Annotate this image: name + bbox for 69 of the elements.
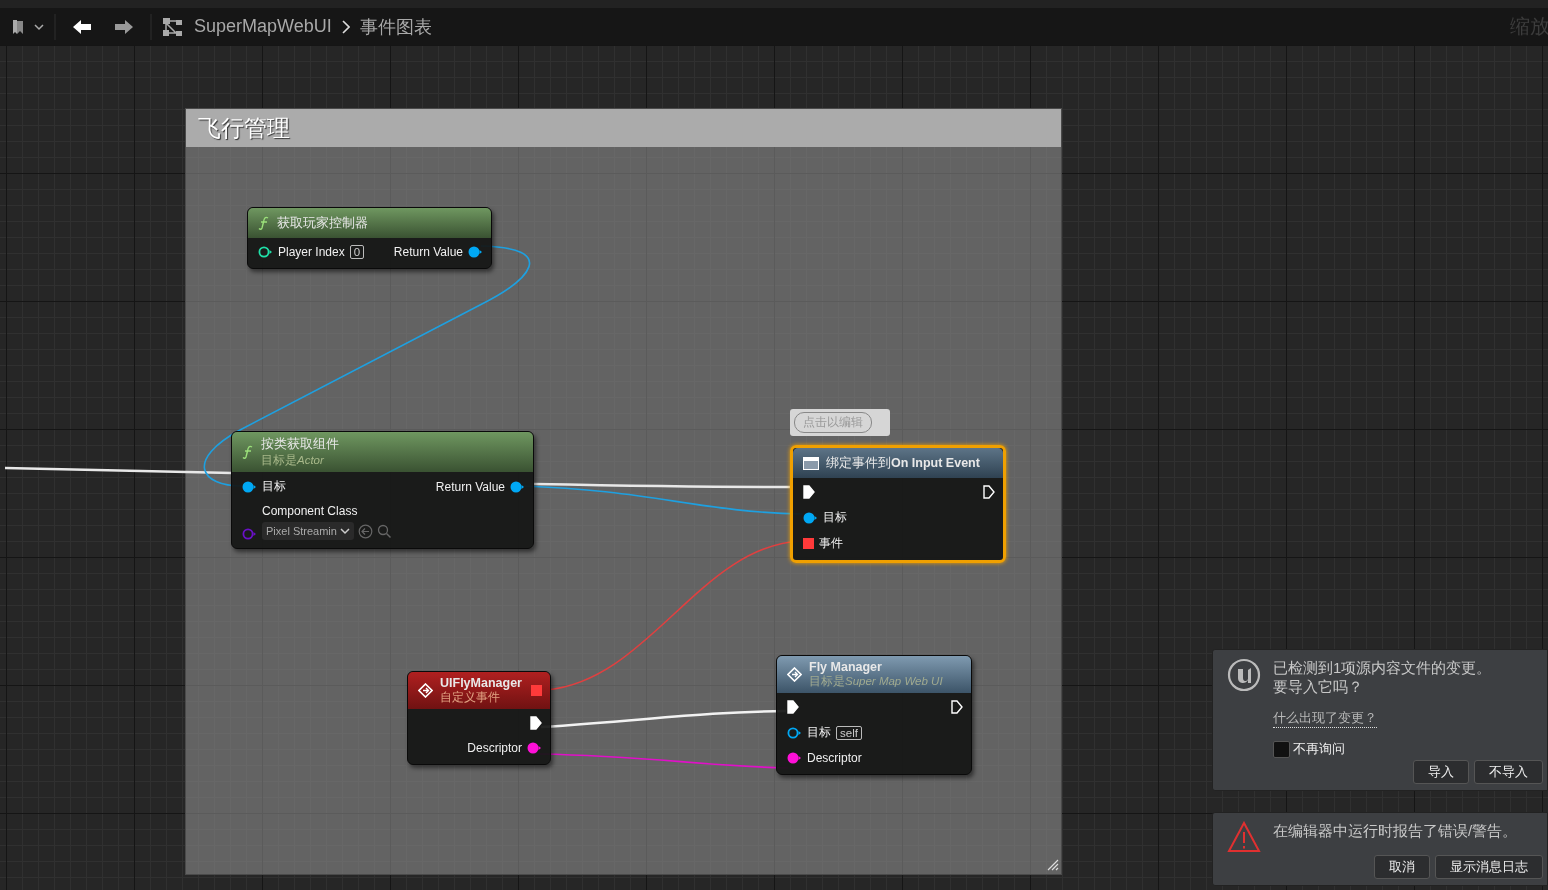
function-icon	[242, 445, 254, 459]
pin-label: 事件	[819, 535, 843, 552]
data-pin-icon[interactable]	[242, 480, 257, 493]
value-field[interactable]: 0	[349, 245, 365, 259]
checkbox-label: 不再询问	[1293, 740, 1345, 758]
data-pin-icon[interactable]	[258, 246, 273, 258]
exec-pin-icon[interactable]	[530, 716, 542, 730]
exec-pin-icon[interactable]	[787, 700, 799, 714]
data-pin-icon[interactable]	[787, 752, 802, 764]
pin-label: Descriptor	[807, 751, 862, 765]
pin-label: Descriptor	[467, 741, 522, 755]
breadcrumb-item[interactable]: SuperMapWebUI	[194, 16, 332, 37]
notification-button[interactable]: 不导入	[1474, 760, 1543, 784]
node-title: 绑定事件到On Input Event	[826, 454, 981, 472]
exec-pin-icon[interactable]	[983, 485, 995, 499]
pin-label: Return Value	[393, 245, 463, 259]
node-title: UIFlyManager	[440, 676, 523, 690]
graph-node[interactable]: UIFlyManager 自定义事件 Descriptor	[407, 671, 551, 765]
pin-label: 目标	[807, 724, 831, 741]
exec-pin-icon[interactable]	[951, 700, 963, 714]
diamond-icon	[787, 667, 802, 682]
chevron-icon	[341, 19, 350, 34]
back-arrow-icon[interactable]	[72, 18, 92, 35]
value-field[interactable]: self	[836, 725, 862, 740]
data-pin-icon[interactable]	[510, 480, 525, 493]
comment-title: 飞行管理	[198, 113, 290, 143]
caret-icon[interactable]	[34, 22, 44, 31]
diamond-icon	[418, 683, 433, 698]
notification-message: 在编辑器中运行时报告了错误/警告。	[1273, 821, 1518, 840]
pin-label: Player Index	[278, 245, 345, 259]
graph-node[interactable]: 按类获取组件 目标是Actor 目标 Return Value Component Class Pixel Streamin	[231, 431, 534, 549]
use-selected-icon[interactable]	[357, 523, 373, 539]
pin-label: 目标	[262, 478, 286, 495]
node-subtitle: 目标是Super Map Web UI	[809, 674, 944, 689]
node-title: 按类获取组件	[261, 436, 340, 453]
graph-node[interactable]: 绑定事件到On Input Event 目标 事件	[790, 445, 1006, 563]
search-icon[interactable]	[376, 523, 392, 539]
exec-pin-icon[interactable]	[803, 485, 815, 499]
notification-button[interactable]: 导入	[1413, 760, 1469, 784]
bookmark-icon[interactable]	[12, 18, 24, 35]
pin-label: Return Value	[435, 479, 505, 494]
notification-message: 已检测到1项源内容文件的变更。	[1273, 658, 1492, 677]
class-dropdown[interactable]: Pixel Streamin	[262, 522, 354, 540]
graph-node[interactable]: Fly Manager 目标是Super Map Web UI 目标 self Descriptor	[776, 655, 972, 775]
notification-message: 要导入它吗？	[1273, 677, 1364, 696]
data-pin-icon[interactable]	[468, 246, 483, 258]
function-icon	[258, 216, 270, 230]
data-pin-icon[interactable]	[527, 742, 542, 754]
pin-label: Component Class	[262, 504, 359, 518]
graph-icon	[162, 16, 184, 37]
warning-icon	[1227, 821, 1261, 853]
notification-button[interactable]: 取消	[1374, 855, 1430, 879]
node-title: 获取玩家控制器	[277, 214, 369, 232]
node-subtitle: 目标是Actor	[261, 453, 325, 468]
window-icon	[803, 456, 819, 470]
logo-icon	[1227, 658, 1261, 692]
notification-button[interactable]: 显示消息日志	[1435, 855, 1543, 879]
data-pin-icon[interactable]	[787, 726, 802, 739]
resize-grip-icon[interactable]	[1047, 859, 1059, 871]
caret-icon	[339, 527, 350, 535]
pin-label: 目标	[823, 509, 847, 526]
forward-arrow-icon[interactable]	[114, 18, 134, 35]
node-subtitle: 自定义事件	[440, 690, 501, 705]
help-link[interactable]: 什么出现了变更？	[1273, 709, 1377, 728]
data-pin-icon[interactable]	[803, 511, 818, 524]
checkbox[interactable]	[1273, 740, 1290, 758]
graph-node[interactable]: 获取玩家控制器 Player Index 0 Return Value	[247, 207, 492, 269]
breadcrumb-item[interactable]: 事件图表	[359, 14, 432, 39]
node-title: Fly Manager	[809, 660, 883, 674]
